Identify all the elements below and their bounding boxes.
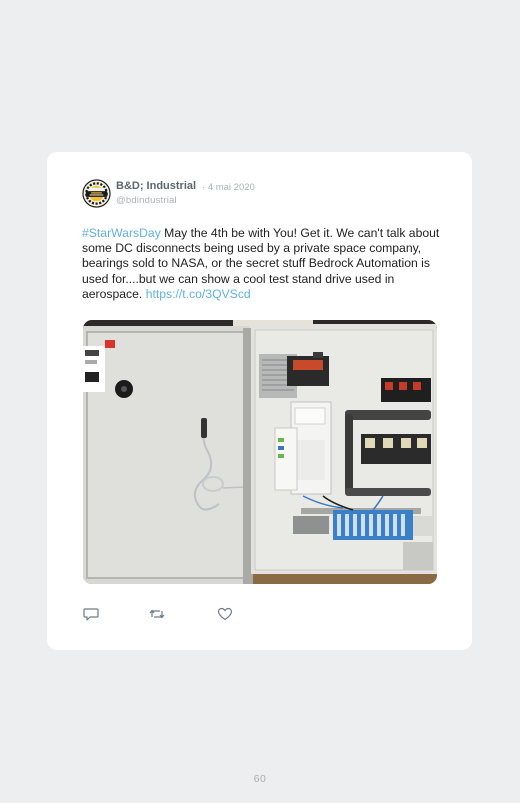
author-name[interactable]: B&D; Industrial [116,180,196,192]
short-link[interactable]: https://t.co/3QVScd [146,287,251,301]
retweet-icon[interactable] [149,606,165,622]
date-separator: · [202,182,206,193]
tweet-date-group: · 4 mai 2020 [202,182,255,193]
bd-industrial-logo [82,179,111,208]
tweet-media-photo[interactable] [83,320,437,584]
page-number: 60 [253,773,267,785]
reply-icon[interactable] [83,606,99,622]
hashtag-link[interactable]: #StarWarsDay [82,226,161,240]
electrical-panel-photo-icon [83,320,437,584]
tweet-date[interactable]: 4 mai 2020 [208,182,255,193]
like-icon[interactable] [217,606,233,622]
avatar[interactable] [82,179,111,208]
tweet-card: B&D; Industrial · 4 mai 2020 @bdindustri… [47,152,472,650]
author-handle[interactable]: @bdindustrial [116,195,177,206]
tweet-text: #StarWarsDay May the 4th be with You! Ge… [82,226,444,302]
